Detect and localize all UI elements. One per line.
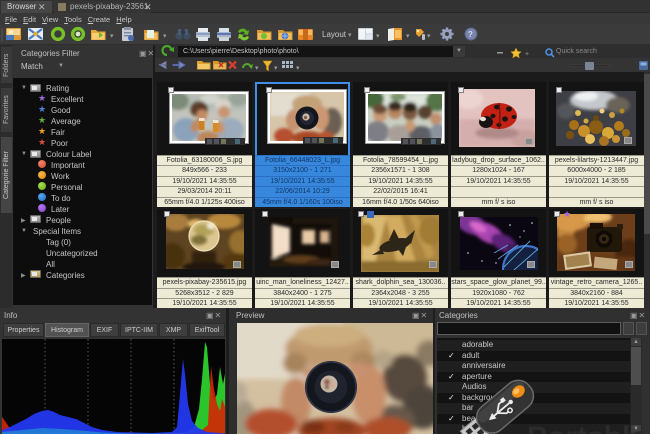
- svg-text:Layout: Layout: [322, 30, 347, 39]
- svg-text:▾: ▾: [406, 33, 410, 40]
- svg-text:▾: ▾: [427, 33, 431, 40]
- svg-text:+: +: [525, 51, 529, 58]
- svg-text:▾: ▾: [348, 32, 352, 39]
- svg-text:▾: ▾: [110, 33, 114, 40]
- svg-text:▾: ▾: [376, 33, 380, 40]
- svg-text:?: ?: [468, 30, 473, 39]
- svg-text:▾: ▾: [296, 65, 300, 72]
- svg-text:▾: ▾: [163, 33, 167, 40]
- svg-text:▾: ▾: [274, 65, 278, 72]
- svg-text:▾: ▾: [255, 65, 259, 72]
